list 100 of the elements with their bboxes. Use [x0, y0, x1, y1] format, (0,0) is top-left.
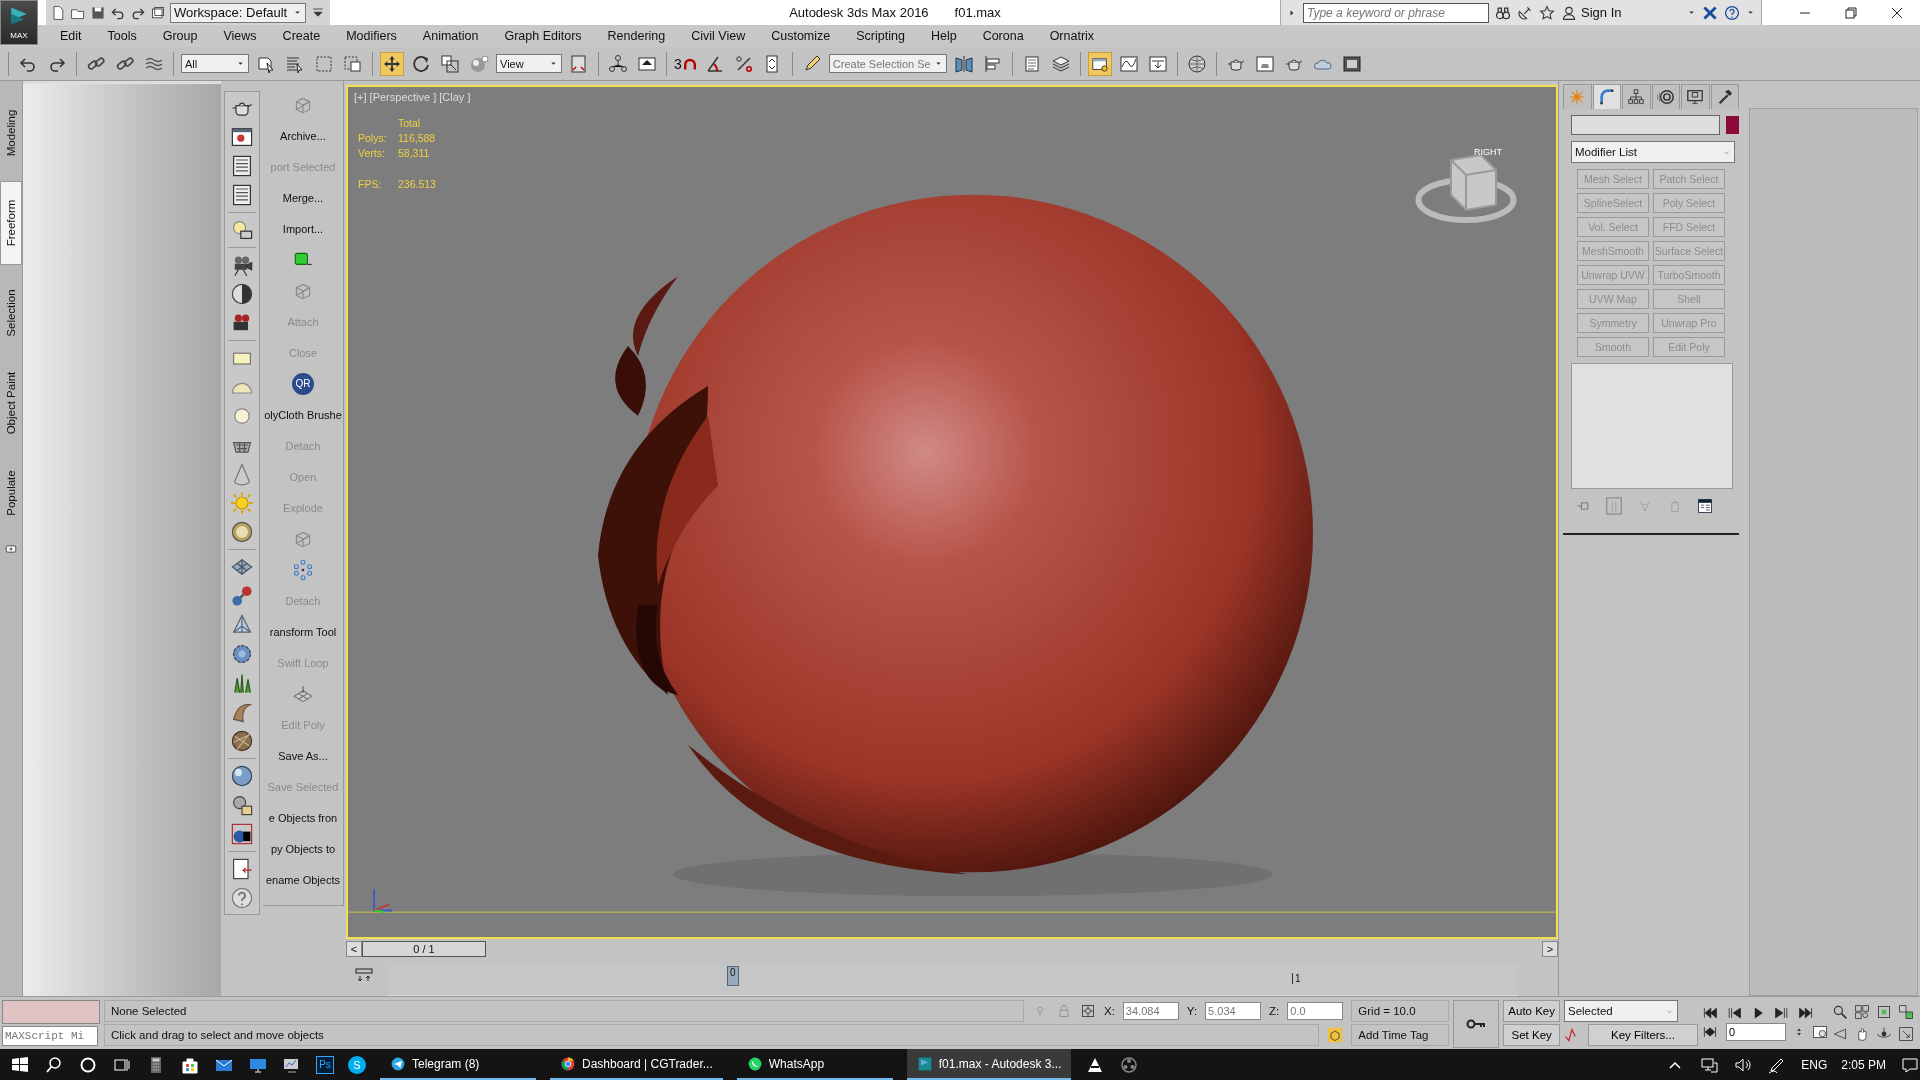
material-swap-icon[interactable]	[230, 793, 254, 817]
menu-item[interactable]: Scripting	[843, 29, 918, 43]
satellite-icon[interactable]	[1517, 4, 1533, 21]
command-button[interactable]: ename Objects	[266, 873, 340, 886]
blob-icon[interactable]	[230, 642, 254, 666]
selection-filter-dropdown[interactable]: All	[181, 54, 249, 73]
ribbon-tab[interactable]: Freeform	[0, 181, 22, 265]
search-icon[interactable]	[44, 1054, 64, 1075]
menu-item[interactable]: Customize	[758, 29, 844, 43]
go-to-start-icon[interactable]	[1702, 1005, 1718, 1021]
menu-item[interactable]: Graph Editors	[491, 29, 595, 43]
taskbar-app-button[interactable]: WhatsApp	[736, 1049, 893, 1080]
workspace-dropdown[interactable]: Workspace: Default	[170, 2, 306, 23]
menu-item[interactable]: Civil View	[678, 29, 759, 43]
time-configuration-icon[interactable]	[1812, 1024, 1828, 1040]
command-button[interactable]: Archive...	[280, 129, 326, 142]
windows-start-icon[interactable]	[10, 1054, 30, 1075]
command-panel-tab[interactable]	[1710, 84, 1739, 109]
menu-item[interactable]: Rendering	[594, 29, 679, 43]
dot-ring-icon[interactable]	[292, 558, 314, 581]
layout-icon[interactable]	[230, 183, 254, 207]
language-indicator[interactable]: ENG	[1801, 1057, 1828, 1072]
photoshop-icon[interactable]: Ps	[316, 1055, 334, 1074]
track-bar[interactable]: 0 1	[388, 965, 1518, 996]
zoom-extents-icon[interactable]	[1876, 1004, 1892, 1020]
menu-item[interactable]: Group	[149, 29, 211, 43]
set-keys-button[interactable]	[1453, 1000, 1500, 1048]
menu-item[interactable]: Ornatrix	[1036, 29, 1108, 43]
ribbon-tab[interactable]: Object Paint	[0, 361, 22, 445]
time-slider-thumb[interactable]: 0 / 1	[362, 941, 486, 958]
zoom-all-icon[interactable]	[1854, 1004, 1870, 1020]
orb-icon[interactable]	[230, 520, 254, 544]
coordinate-field[interactable]: 0.0	[1287, 1002, 1344, 1020]
menu-item[interactable]: Views	[210, 29, 270, 43]
command-panel-tab[interactable]	[1681, 84, 1710, 109]
qr-button[interactable]: QR	[292, 372, 314, 395]
go-to-end-icon[interactable]	[1798, 1005, 1814, 1021]
document-icon[interactable]	[230, 857, 254, 881]
next-frame-icon[interactable]	[1774, 1005, 1790, 1021]
command-panel-tab[interactable]	[1592, 84, 1621, 109]
maxscript-field[interactable]: MAXScript Mi	[2, 1026, 98, 1046]
half-sphere-icon[interactable]	[230, 282, 254, 306]
next-frame-button[interactable]: >	[1542, 941, 1558, 958]
key-mode-toggle-icon[interactable]	[1702, 1024, 1718, 1040]
coordinate-field[interactable]: 34.084	[1122, 1002, 1179, 1020]
spinner-icon[interactable]	[1794, 1027, 1804, 1037]
previous-frame-icon[interactable]	[1726, 1005, 1742, 1021]
maximize-viewport-icon[interactable]	[1898, 1026, 1914, 1042]
auto-key-button[interactable]: Auto Key	[1503, 1000, 1560, 1022]
zoom-icon[interactable]	[1832, 1004, 1848, 1020]
save-icon[interactable]	[90, 4, 106, 21]
command-button[interactable]: Save As...	[278, 749, 328, 762]
scene-explorer-icon[interactable]	[1087, 51, 1112, 76]
obs-icon[interactable]	[1119, 1054, 1140, 1075]
taskbar-app-button[interactable]: Telegram (8)	[380, 1049, 536, 1080]
named-selection-dropdown[interactable]: Create Selection Se	[828, 54, 947, 73]
bulb-icon[interactable]	[230, 218, 254, 242]
clock[interactable]: 2:05 PM	[1841, 1057, 1886, 1072]
command-button[interactable]: Merge...	[282, 191, 324, 204]
command-button[interactable]: ransform Tool	[269, 625, 337, 638]
window-icon[interactable]	[230, 125, 254, 149]
listener-field[interactable]	[2, 1000, 100, 1024]
sphere-icon[interactable]	[230, 764, 254, 788]
panel-icon[interactable]	[230, 154, 254, 178]
command-button[interactable]: olyCloth Brushe	[264, 408, 342, 421]
move-icon[interactable]	[380, 51, 404, 76]
menu-item[interactable]: Edit	[47, 29, 95, 43]
menu-item[interactable]: Tools	[94, 29, 150, 43]
zoom-extents-all-icon[interactable]	[1898, 1004, 1914, 1020]
previous-frame-button[interactable]: <	[346, 941, 362, 958]
view-cube-label[interactable]: RIGHT	[1474, 147, 1502, 157]
key-mode-dropdown[interactable]: Selected	[1564, 1000, 1678, 1022]
viewport[interactable]: [+] [Perspective ] [Clay ] Total Polys: 116,588 Verts: 58,311 FPS: 236.513 RIGHT	[346, 85, 1558, 940]
app-logo-button[interactable]: MAX	[0, 0, 38, 45]
object-color-swatch[interactable]	[1726, 116, 1739, 134]
command-panel-tab[interactable]	[1651, 84, 1680, 109]
command-button[interactable]: Import...	[282, 222, 324, 235]
command-button[interactable]: py Objects to	[270, 842, 336, 855]
coordinate-field[interactable]: 5.034	[1205, 1002, 1262, 1020]
ribbon-tab[interactable]: Populate	[0, 451, 22, 535]
search-field[interactable]: Type a keyword or phrase	[1303, 2, 1489, 23]
taskbar-app-button[interactable]: Dashboard | CGTrader...	[550, 1049, 723, 1080]
add-time-tag-button[interactable]: Add Time Tag	[1351, 1024, 1450, 1046]
snap-toggle[interactable]: 3	[674, 55, 698, 72]
key-filters-button[interactable]: Key Filters...	[1588, 1024, 1698, 1046]
menu-item[interactable]: Create	[269, 29, 334, 43]
help-icon[interactable]	[230, 886, 254, 910]
menu-item[interactable]: Corona	[969, 29, 1037, 43]
absolute-mode-icon[interactable]	[1080, 1003, 1096, 1019]
sign-in-button[interactable]: Sign In	[1561, 4, 1681, 21]
menu-item[interactable]: Help	[917, 29, 970, 43]
new-file-icon[interactable]	[50, 4, 66, 21]
set-key-button[interactable]: Set Key	[1503, 1024, 1560, 1046]
command-panel-tab[interactable]	[1622, 84, 1651, 109]
taskbar-app-button[interactable]: f01.max - Autodesk 3...	[906, 1049, 1072, 1080]
current-frame-field[interactable]: 0	[1726, 1023, 1786, 1041]
command-button[interactable]: e Objects fron	[268, 811, 338, 824]
modifier-list-dropdown[interactable]: Modifier List	[1571, 141, 1735, 163]
ribbon-tab[interactable]: Selection	[0, 271, 22, 355]
molecule-icon[interactable]	[230, 584, 254, 608]
